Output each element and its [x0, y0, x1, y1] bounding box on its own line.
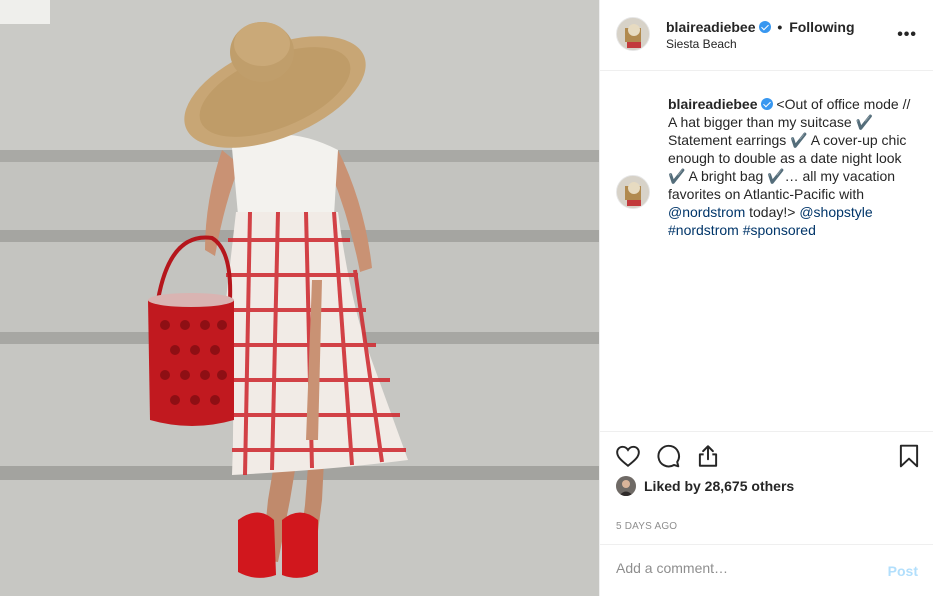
- comment-bar: Post: [600, 544, 933, 596]
- header-line: blaireadiebee • Following: [666, 19, 855, 35]
- hashtag-link[interactable]: #sponsored: [743, 222, 816, 238]
- post-comment-button[interactable]: Post: [888, 563, 918, 579]
- liker-avatar[interactable]: [616, 476, 636, 496]
- verified-badge-icon: [758, 21, 771, 33]
- share-icon[interactable]: [695, 443, 721, 469]
- bookmark-icon[interactable]: [896, 443, 922, 469]
- post-caption: blaireadiebee <Out of office mode // A h…: [668, 95, 914, 239]
- caption-username[interactable]: blaireadiebee: [668, 96, 758, 112]
- comment-icon[interactable]: [655, 443, 681, 469]
- caption-avatar[interactable]: [616, 175, 650, 209]
- likes-count[interactable]: Liked by 28,675 others: [644, 478, 794, 494]
- mention-link[interactable]: @nordstrom: [668, 204, 745, 220]
- ellipsis-icon[interactable]: •••: [897, 27, 917, 43]
- heart-icon[interactable]: [615, 443, 641, 469]
- likes-row: Liked by 28,675 others: [616, 475, 794, 497]
- author-username[interactable]: blaireadiebee: [666, 19, 756, 35]
- caption-section: blaireadiebee <Out of office mode // A h…: [600, 71, 933, 431]
- caption-text: today!>: [745, 204, 800, 220]
- instagram-post: blaireadiebee • Following Siesta Beach •…: [0, 0, 933, 596]
- verified-badge-icon: [760, 98, 773, 110]
- action-bar: [600, 431, 933, 432]
- hashtag-link[interactable]: #nordstrom: [668, 222, 739, 238]
- author-avatar[interactable]: [616, 17, 650, 51]
- post-photo[interactable]: [0, 0, 599, 596]
- comment-input[interactable]: [616, 560, 866, 576]
- mention-link[interactable]: @shopstyle: [799, 204, 872, 220]
- post-panel: blaireadiebee • Following Siesta Beach •…: [599, 0, 933, 596]
- photo-illustration: [0, 0, 599, 596]
- post-timestamp[interactable]: 5 DAYS AGO: [616, 521, 677, 532]
- post-header: blaireadiebee • Following Siesta Beach •…: [600, 0, 933, 71]
- separator-dot: •: [777, 19, 783, 35]
- post-location[interactable]: Siesta Beach: [666, 37, 737, 51]
- following-button[interactable]: Following: [789, 19, 854, 35]
